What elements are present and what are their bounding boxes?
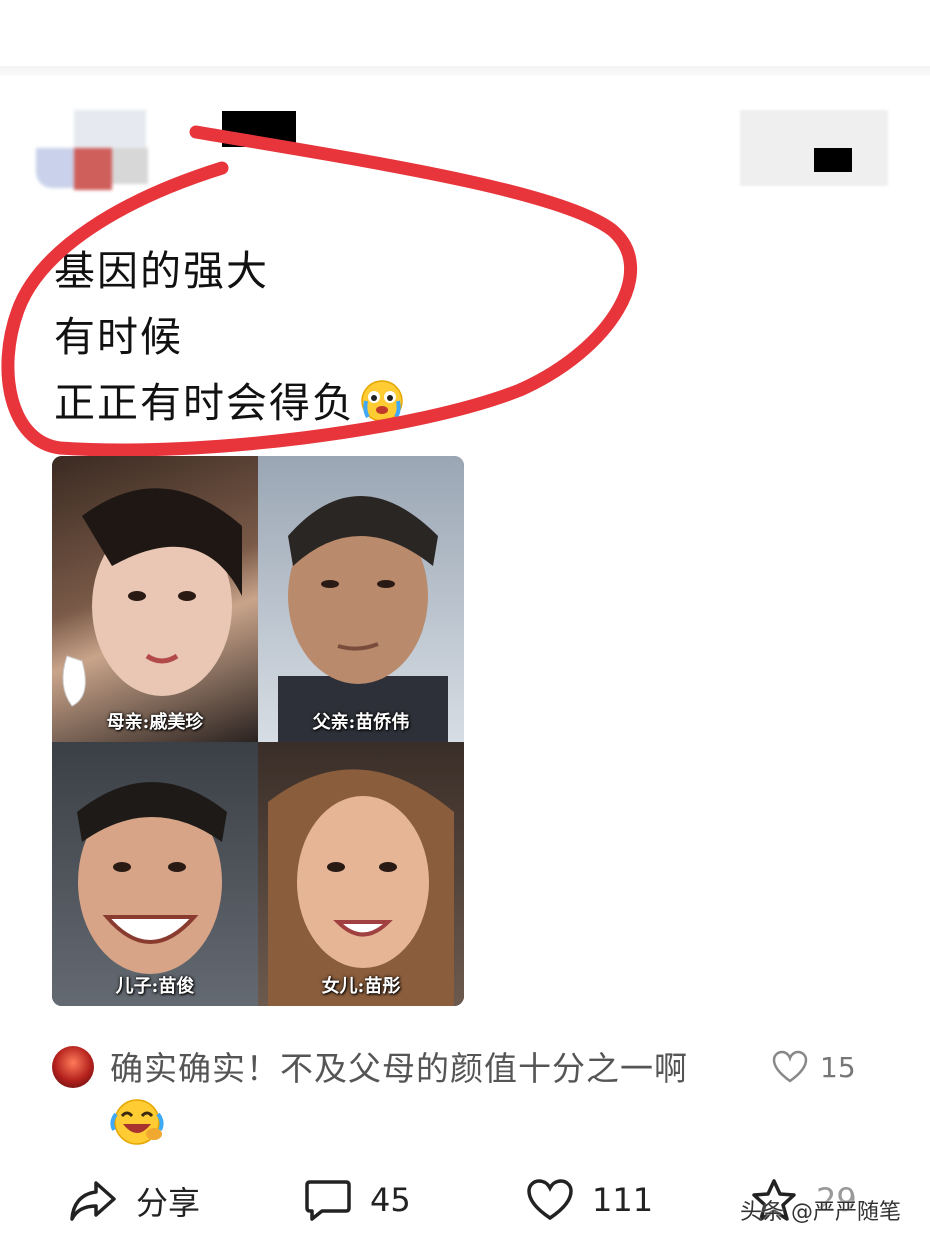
daughter-portrait <box>268 769 454 1006</box>
photo-mother: 母亲:戚美珍 <box>52 456 258 742</box>
top-comment[interactable]: 确实确实！不及父母的颜值十分之一啊 15 <box>52 1046 872 1146</box>
likes-count: 111 <box>592 1181 654 1219</box>
share-button[interactable]: 分享 <box>68 1178 200 1224</box>
share-label: 分享 <box>136 1184 201 1222</box>
post-line-1: 基因的强大 <box>54 247 269 295</box>
photo-collage[interactable]: 母亲:戚美珍 父亲:苗侨伟 儿子:苗俊 女儿:苗彤 <box>52 456 464 1006</box>
son-portrait <box>77 782 227 974</box>
comment-like-button[interactable]: 15 <box>772 1050 856 1084</box>
photo-father: 父亲:苗侨伟 <box>258 456 464 742</box>
post-line-3: 正正有时会得负 <box>54 370 405 436</box>
watermark: 头条 @严严随笔 <box>740 1200 901 1225</box>
post-line-2: 有时候 <box>54 313 183 361</box>
commenter-avatar[interactable] <box>52 1046 94 1088</box>
author-name-redacted[interactable] <box>222 111 296 147</box>
like-button[interactable]: 111 <box>526 1178 653 1222</box>
mother-portrait <box>62 488 242 707</box>
laughing-crying-icon <box>110 1099 164 1145</box>
heart-icon <box>527 1179 573 1221</box>
comments-count: 45 <box>370 1181 411 1219</box>
photo-caption-son: 儿子:苗俊 <box>115 976 195 997</box>
photo-daughter: 女儿:苗彤 <box>258 742 464 1006</box>
comment-icon <box>305 1180 351 1221</box>
share-icon <box>70 1181 116 1221</box>
comments-button[interactable]: 45 <box>304 1178 411 1222</box>
photo-caption-daughter: 女儿:苗彤 <box>321 976 401 997</box>
author-avatar[interactable] <box>36 110 148 190</box>
father-portrait <box>278 496 448 742</box>
comment-text: 确实确实！不及父母的颜值十分之一啊 <box>110 1049 688 1088</box>
header-divider <box>0 66 930 76</box>
photo-son: 儿子:苗俊 <box>52 742 258 1006</box>
crying-face-icon <box>361 380 403 422</box>
photo-caption-mother: 母亲:戚美珍 <box>106 712 204 733</box>
comment-like-count: 15 <box>820 1050 856 1084</box>
photo-caption-father: 父亲:苗侨伟 <box>312 712 410 733</box>
post-body: 基因的强大 有时候 正正有时会得负 <box>54 238 405 436</box>
heart-outline-icon <box>772 1050 808 1083</box>
follow-button-redacted <box>814 148 852 172</box>
